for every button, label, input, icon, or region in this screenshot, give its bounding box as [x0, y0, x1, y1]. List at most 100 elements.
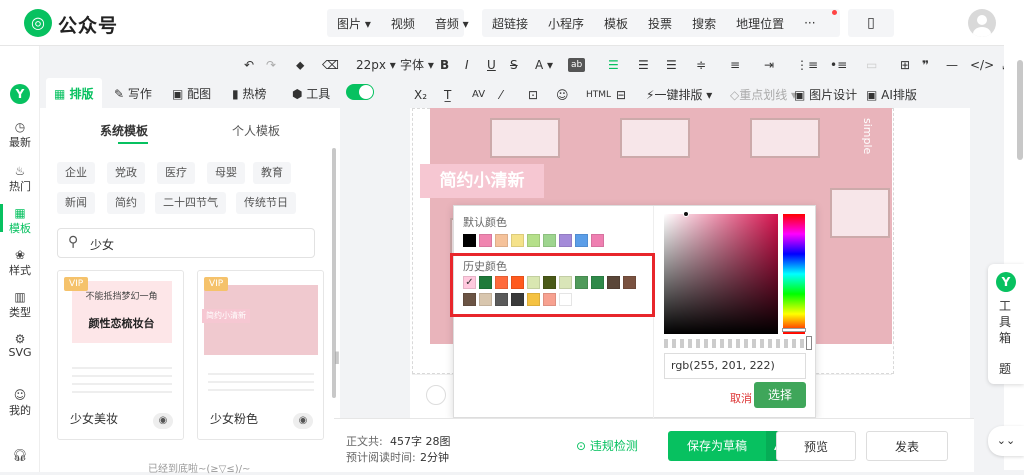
color-swatch[interactable] [591, 234, 604, 247]
one-click-layout-button[interactable]: ⚡一键排版 ▾ [646, 82, 712, 108]
eye-icon[interactable]: ◉ [293, 413, 313, 429]
color-swatch[interactable] [479, 234, 492, 247]
hue-slider[interactable] [782, 214, 806, 334]
video-menu[interactable]: 视频 [381, 15, 425, 32]
category-enterprise[interactable]: 企业 [57, 162, 95, 184]
italic-button[interactable]: I [465, 52, 469, 78]
align-left-icon[interactable]: ☰ [608, 52, 619, 78]
underline-button[interactable]: U [487, 52, 496, 78]
search-menu[interactable]: 搜索 [682, 15, 726, 32]
tab-hot-list[interactable]: ▮ 热榜 [232, 85, 266, 102]
format-painter-icon[interactable]: ⬥ [296, 52, 304, 78]
color-swatch[interactable] [463, 234, 476, 247]
color-swatch[interactable] [495, 234, 508, 247]
divider-style-icon[interactable]: ▭ [866, 52, 877, 78]
tab-layout[interactable]: ▦ 排版 [54, 85, 94, 102]
color-swatch[interactable] [511, 234, 524, 247]
search-input[interactable]: 少女 [90, 236, 114, 253]
image-design-button[interactable]: ▣ 图片设计 [794, 82, 857, 108]
tab-image[interactable]: ▣ 配图 [172, 85, 211, 102]
violation-check-button[interactable]: ⊙ 违规检测 [576, 437, 638, 454]
rail-item-latest[interactable]: ◷ 最新 [0, 120, 40, 150]
image-menu[interactable]: 图片 ▾ [327, 15, 381, 32]
clear-format-icon[interactable]: ⌫ [322, 52, 339, 78]
strikethrough-button[interactable]: S [510, 52, 518, 78]
color-swatch[interactable] [559, 234, 572, 247]
font-color-button[interactable]: A ▾ [535, 52, 553, 78]
sv-cursor[interactable] [683, 211, 689, 217]
align-center-icon[interactable]: ☰ [638, 52, 649, 78]
rail-item-svg[interactable]: ⚙ SVG [0, 332, 40, 359]
font-family-select[interactable]: 字体 ▾ [400, 52, 434, 78]
choose-button[interactable]: 选择 [754, 382, 806, 408]
preview-button[interactable]: 预览 [776, 431, 856, 461]
rail-item-style[interactable]: ❀ 样式 [0, 248, 40, 278]
line-height-icon[interactable]: ≑ [696, 52, 706, 78]
alpha-handle[interactable] [806, 336, 812, 350]
magic-wand-icon[interactable]: ⁄ [500, 82, 502, 108]
highlight-line-button[interactable]: ◇重点划线 ▾ [730, 82, 797, 108]
rail-item-type[interactable]: ▥ 类型 [0, 290, 40, 320]
tab-tools[interactable]: ⬢ 工具 [292, 85, 330, 102]
emoji-icon[interactable]: ☺ [556, 82, 569, 108]
rail-item-hot[interactable]: ♨ 热门 [0, 164, 40, 194]
background-color-icon[interactable]: ab [568, 58, 586, 72]
redo-icon[interactable]: ↷ [266, 52, 276, 78]
saturation-value-picker[interactable] [664, 211, 778, 334]
subscript-icon[interactable]: X₂ [414, 82, 427, 108]
rail-item-template[interactable]: ▦ 模板 [0, 206, 40, 236]
template-card[interactable]: 不能抵挡梦幻一角 颜性恋梳妆台 VIP 少女美妆 ◉ [57, 270, 184, 440]
category-maternal[interactable]: 母婴 [207, 162, 245, 184]
html-icon[interactable]: HTML [586, 82, 611, 108]
unordered-list-icon[interactable]: •≡ [830, 52, 847, 78]
bold-button[interactable]: B [440, 52, 449, 78]
publish-button[interactable]: 发表 [866, 431, 948, 461]
indent-icon[interactable]: ⇥ [764, 52, 774, 78]
layout-toggle[interactable] [346, 84, 374, 100]
chart-icon[interactable]: ⊡ [528, 82, 538, 108]
paragraph-spacing-icon[interactable]: ≡ [730, 52, 740, 78]
text-style-icon[interactable]: T̲ [444, 82, 451, 108]
collapse-icon[interactable]: ⌄⌄ [988, 426, 1024, 456]
phone-preview-icon[interactable]: ▯ [848, 9, 894, 37]
tab-write[interactable]: ✎ 写作 [114, 85, 152, 102]
category-news[interactable]: 新闻 [57, 192, 95, 214]
table-icon[interactable]: ⊞ [900, 52, 910, 78]
rail-item-mine[interactable]: ☺ 我的 [0, 388, 40, 418]
letter-spacing-icon[interactable]: AV [472, 82, 485, 108]
category-simple[interactable]: 简约 [107, 192, 145, 214]
template-menu[interactable]: 模板 [594, 15, 638, 32]
alpha-slider[interactable] [664, 336, 812, 350]
cancel-button[interactable]: 取消 [730, 390, 752, 406]
article-title-block[interactable]: 简约小清新 [420, 164, 544, 198]
headset-icon[interactable]: 🎧︎ [0, 448, 40, 462]
category-solar-terms[interactable]: 二十四节气 [155, 192, 226, 214]
location-menu[interactable]: 地理位置 [726, 15, 794, 32]
mini-program-menu[interactable]: 小程序 [538, 15, 594, 32]
tab-system-templates[interactable]: 系统模板 [100, 122, 148, 139]
panel-resize-handle[interactable]: ‖ [334, 350, 340, 364]
category-party[interactable]: 党政 [107, 162, 145, 184]
category-medical[interactable]: 医疗 [157, 162, 195, 184]
align-right-icon[interactable]: ☰ [666, 52, 677, 78]
hyperlink-menu[interactable]: 超链接 [482, 15, 538, 32]
rgb-input[interactable]: rgb(255, 201, 222) [664, 353, 806, 379]
category-festivals[interactable]: 传统节日 [236, 192, 296, 214]
more-menu[interactable]: ··· [794, 16, 825, 30]
hue-handle[interactable] [782, 328, 806, 332]
audio-menu[interactable]: 音频 ▾ [425, 15, 479, 32]
color-swatch[interactable] [575, 234, 588, 247]
vote-menu[interactable]: 投票 [638, 15, 682, 32]
color-swatch[interactable] [543, 234, 556, 247]
category-education[interactable]: 教育 [253, 162, 291, 184]
color-swatch[interactable] [527, 234, 540, 247]
undo-icon[interactable]: ↶ [244, 52, 254, 78]
horizontal-rule-icon[interactable]: — [946, 52, 958, 78]
template-card[interactable]: 简约小清新 VIP 少女粉色 ◉ [197, 270, 324, 440]
eye-icon[interactable]: ◉ [153, 413, 173, 429]
page-scrollbar[interactable] [1017, 60, 1023, 160]
code-icon[interactable]: </> [970, 52, 994, 78]
save-draft-button[interactable]: 保存为草稿 [668, 431, 766, 461]
ai-layout-button[interactable]: ▣ AI排版 [866, 82, 917, 108]
font-size-select[interactable]: 22px ▾ [356, 52, 396, 78]
